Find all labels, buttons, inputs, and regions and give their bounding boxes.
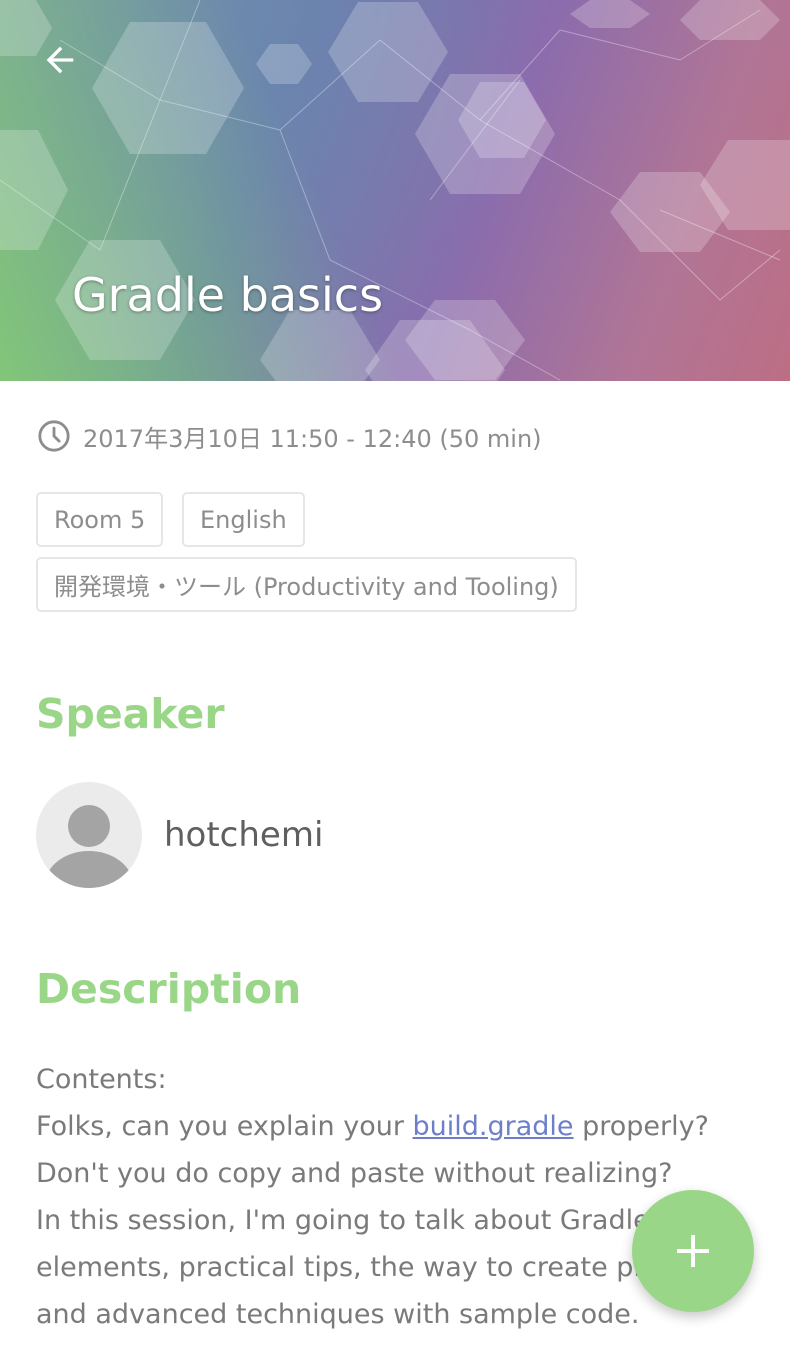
- speaker-heading: Speaker: [36, 690, 225, 738]
- description-heading: Description: [36, 965, 302, 1013]
- description-text: properly?: [573, 1111, 709, 1142]
- clock-icon: [36, 418, 72, 454]
- add-to-schedule-fab[interactable]: [632, 1190, 754, 1312]
- session-time-row: 2017年3月10日 11:50 - 12:40 (50 min): [36, 418, 542, 454]
- back-button[interactable]: [30, 30, 90, 90]
- header-banner: Gradle basics: [0, 0, 790, 381]
- description-text: Folks, can you explain your: [36, 1111, 413, 1142]
- description-line: Don't you do copy and paste without real…: [36, 1158, 673, 1189]
- plus-icon: [677, 1235, 709, 1267]
- session-detail-screen: Gradle basics 2017年3月10日 11:50 - 12:40 (…: [0, 0, 790, 1346]
- person-avatar-icon: [36, 782, 142, 888]
- description-line: Folks, can you explain your build.gradle…: [36, 1103, 776, 1150]
- session-time-text: 2017年3月10日 11:50 - 12:40 (50 min): [83, 424, 542, 453]
- language-chip: English: [182, 492, 305, 547]
- topic-chip: 開発環境・ツール (Productivity and Tooling): [36, 557, 577, 612]
- room-chip: Room 5: [36, 492, 164, 547]
- build-gradle-link[interactable]: build.gradle: [413, 1111, 574, 1142]
- description-line: Contents:: [36, 1064, 167, 1095]
- arrow-back-icon: [46, 46, 74, 74]
- speaker-name: hotchemi: [164, 815, 324, 855]
- session-title: Gradle basics: [72, 268, 384, 322]
- speaker-row[interactable]: hotchemi: [36, 782, 323, 888]
- hexagon-pattern: [0, 0, 790, 381]
